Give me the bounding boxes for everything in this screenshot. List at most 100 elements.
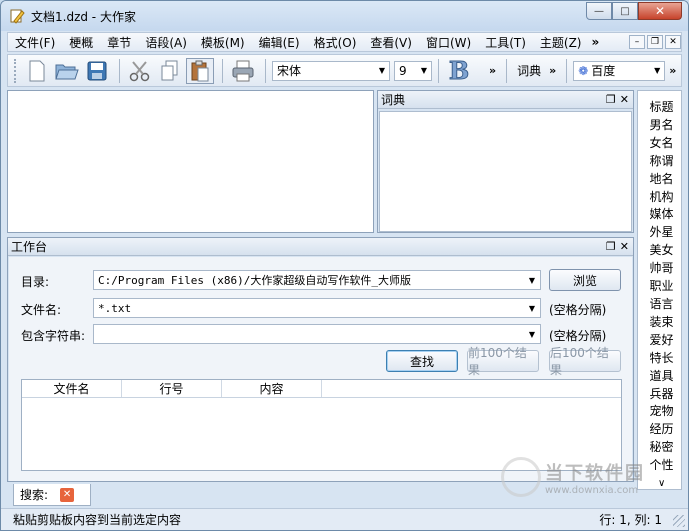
dropdown-arrow-icon: ▼ xyxy=(528,303,535,313)
dict-toolbar-label[interactable]: 词典 xyxy=(517,62,541,79)
sidebar-item[interactable]: 装束 xyxy=(638,314,681,332)
search-tab[interactable]: 搜索: ✕ xyxy=(13,484,91,506)
menu-overflow-chevron[interactable]: » xyxy=(588,35,602,49)
new-document-icon[interactable] xyxy=(23,58,51,84)
search-engine-select[interactable]: ❁ 百度 ▼ xyxy=(573,60,666,81)
dictionary-panel: 词典 ❐ ✕ xyxy=(377,90,634,233)
toolbar-separator xyxy=(506,58,508,83)
toolbar: 宋体 ▼ 9 ▼ B » 词典 » ❁ 百度 ▼ » xyxy=(7,54,682,87)
workbench-float-icon[interactable]: ❐ xyxy=(606,240,616,253)
sidebar-item[interactable]: 职业 xyxy=(638,278,681,296)
close-button[interactable]: ✕ xyxy=(638,2,682,20)
dict-overflow-chevron[interactable]: » xyxy=(549,64,556,77)
next-results-button[interactable]: 后100个结果 xyxy=(549,346,621,377)
filename-label: 文件名: xyxy=(21,303,62,317)
sidebar-item[interactable]: 标题 xyxy=(638,99,681,117)
column-header-content[interactable]: 内容 xyxy=(222,380,322,397)
watermark-url: www.downxia.com xyxy=(545,484,639,496)
sidebar-item[interactable]: 称谓 xyxy=(638,153,681,171)
sidebar-item[interactable]: 经历 xyxy=(638,421,681,439)
contains-string-input[interactable]: ▼ xyxy=(93,324,541,344)
theme-sidebar: 标题 男名 女名 称谓 地名 机构 媒体 外星 美女 帅哥 职业 语言 装束 爱… xyxy=(637,90,682,490)
dropdown-arrow-icon: ▼ xyxy=(420,66,427,75)
workbench-panel: 工作台 ❐ ✕ 目录: C:/Program Files (x86)/大作家超级… xyxy=(7,237,634,482)
site-watermark: 当下软件园 www.downxia.com xyxy=(501,457,645,497)
dictionary-panel-title: 词典 xyxy=(381,93,406,107)
menu-chapter[interactable]: 章节 xyxy=(100,34,138,51)
minimize-button[interactable]: — xyxy=(586,2,612,20)
dictionary-panel-header: 词典 ❐ ✕ xyxy=(378,91,633,109)
dictionary-content[interactable] xyxy=(379,111,632,232)
directory-value: C:/Program Files (x86)/大作家超级自动写作软件_大师版 xyxy=(98,274,411,287)
prev-results-button[interactable]: 前100个结果 xyxy=(467,346,539,377)
sidebar-item[interactable]: 外星 xyxy=(638,224,681,242)
copy-icon[interactable] xyxy=(156,58,184,84)
contains-label: 包含字符串: xyxy=(21,329,86,343)
maximize-button[interactable]: □ xyxy=(612,2,638,20)
font-size-value: 9 xyxy=(399,63,407,78)
app-pen-icon xyxy=(9,8,25,24)
engine-overflow-chevron[interactable]: » xyxy=(669,64,676,77)
dictionary-float-icon[interactable]: ❐ xyxy=(606,93,616,106)
sidebar-item[interactable]: 地名 xyxy=(638,171,681,189)
toolbar-grip[interactable] xyxy=(14,58,17,83)
menu-window[interactable]: 窗口(W) xyxy=(419,34,478,51)
dropdown-arrow-icon: ▼ xyxy=(654,66,661,75)
directory-select[interactable]: C:/Program Files (x86)/大作家超级自动写作软件_大师版 ▼ xyxy=(93,270,541,290)
bold-icon[interactable]: B xyxy=(445,56,473,86)
menu-theme[interactable]: 主题(Z) xyxy=(533,34,589,51)
workbench-body: 目录: C:/Program Files (x86)/大作家超级自动写作软件_大… xyxy=(9,257,632,481)
sidebar-item[interactable]: 宠物 xyxy=(638,403,681,421)
save-disk-icon[interactable] xyxy=(83,58,111,84)
menu-view[interactable]: 查看(V) xyxy=(363,34,419,51)
sidebar-item[interactable]: 机构 xyxy=(638,189,681,207)
sidebar-item[interactable]: 兵器 xyxy=(638,386,681,404)
menu-bar: 文件(F) 梗概 章节 语段(A) 模板(M) 编辑(E) 格式(O) 查看(V… xyxy=(7,32,682,52)
search-tab-close-icon[interactable]: ✕ xyxy=(60,487,75,502)
document-editor[interactable] xyxy=(7,90,374,233)
sidebar-item[interactable]: 语言 xyxy=(638,296,681,314)
sidebar-item[interactable]: 爱好 xyxy=(638,332,681,350)
font-family-select[interactable]: 宋体 ▼ xyxy=(272,60,390,81)
menu-format[interactable]: 格式(O) xyxy=(307,34,364,51)
mdi-minimize-button[interactable]: – xyxy=(629,35,645,49)
search-tab-label: 搜索: xyxy=(20,488,49,502)
dropdown-arrow-icon: ▼ xyxy=(528,275,535,285)
sidebar-item[interactable]: 秘密 xyxy=(638,439,681,457)
column-header-line[interactable]: 行号 xyxy=(122,380,222,397)
cut-scissors-icon[interactable] xyxy=(126,58,154,84)
workbench-close-icon[interactable]: ✕ xyxy=(620,240,629,253)
paste-icon[interactable] xyxy=(186,57,214,84)
font-size-select[interactable]: 9 ▼ xyxy=(394,60,432,81)
open-folder-icon[interactable] xyxy=(53,58,81,84)
sidebar-item[interactable]: 男名 xyxy=(638,117,681,135)
dropdown-arrow-icon: ▼ xyxy=(528,329,535,339)
sidebar-item[interactable]: 美女 xyxy=(638,242,681,260)
find-button[interactable]: 查找 xyxy=(386,350,458,372)
contains-hint: (空格分隔) xyxy=(549,329,607,343)
menu-template[interactable]: 模板(M) xyxy=(194,34,252,51)
filename-input[interactable]: *.txt ▼ xyxy=(93,298,541,318)
sidebar-item[interactable]: 道具 xyxy=(638,368,681,386)
sidebar-item[interactable]: 特长 xyxy=(638,350,681,368)
resize-grip-icon[interactable] xyxy=(673,515,685,527)
font-family-value: 宋体 xyxy=(277,64,302,78)
menu-tools[interactable]: 工具(T) xyxy=(478,34,533,51)
sidebar-item[interactable]: 女名 xyxy=(638,135,681,153)
menu-paragraph[interactable]: 语段(A) xyxy=(138,34,194,51)
menu-edit[interactable]: 编辑(E) xyxy=(252,34,307,51)
mdi-restore-button[interactable]: ❐ xyxy=(647,35,663,49)
toolbar-overflow-chevron[interactable]: » xyxy=(489,64,496,77)
column-header-filename[interactable]: 文件名 xyxy=(22,380,122,397)
menu-file[interactable]: 文件(F) xyxy=(8,34,62,51)
dictionary-close-icon[interactable]: ✕ xyxy=(620,93,629,106)
browse-button[interactable]: 浏览 xyxy=(549,269,621,291)
title-bar: 文档1.dzd - 大作家 — □ ✕ xyxy=(1,1,688,31)
mdi-close-button[interactable]: ✕ xyxy=(665,35,681,49)
sidebar-item[interactable]: 帅哥 xyxy=(638,260,681,278)
sidebar-scroll-down-icon[interactable]: ∨ xyxy=(658,478,665,489)
menu-outline[interactable]: 梗概 xyxy=(62,34,100,51)
print-printer-icon[interactable] xyxy=(229,58,257,84)
sidebar-item[interactable]: 媒体 xyxy=(638,206,681,224)
toolbar-separator xyxy=(438,58,439,83)
